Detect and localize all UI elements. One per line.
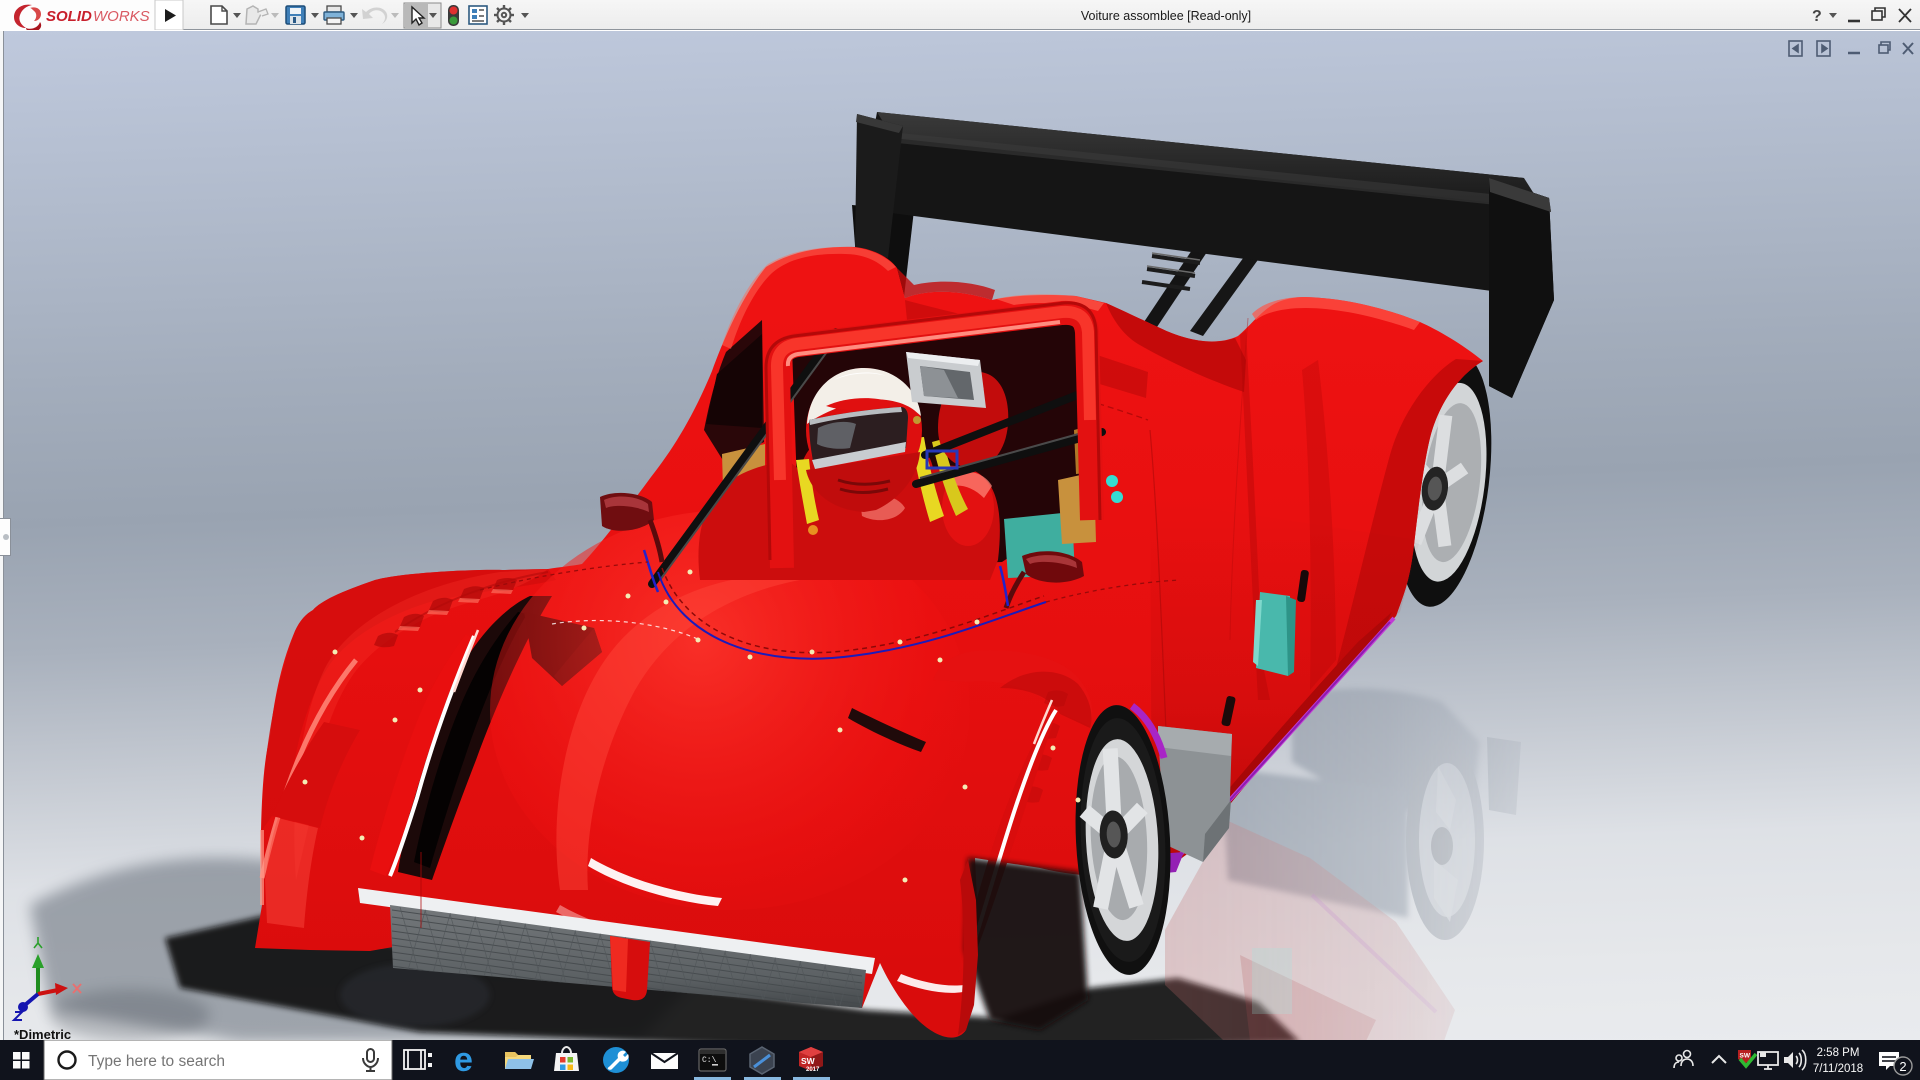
svg-text:C:\: C:\: [702, 1056, 717, 1065]
svg-text:2017: 2017: [806, 1067, 820, 1073]
svg-text:WORKS: WORKS: [93, 8, 150, 25]
svg-text:SOLID: SOLID: [46, 8, 92, 25]
svg-text:2:58 PM: 2:58 PM: [1817, 1047, 1860, 1059]
svg-text:Type here to search: Type here to search: [88, 1053, 225, 1070]
svg-text:7/11/2018: 7/11/2018: [1813, 1063, 1863, 1075]
svg-text:2: 2: [1899, 1059, 1906, 1074]
svg-text:SW: SW: [801, 1056, 816, 1066]
svg-text:e: e: [454, 1041, 473, 1079]
svg-text:Voiture assomblee [Read-only]: Voiture assomblee [Read-only]: [1081, 9, 1251, 23]
svg-text:?: ?: [1812, 8, 1822, 25]
